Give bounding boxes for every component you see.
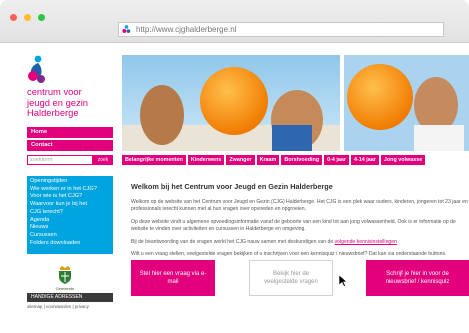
menu-item-nieuws[interactable]: Nieuws	[30, 224, 110, 232]
nav-home[interactable]: Home	[27, 127, 113, 138]
hero-photo-girl	[344, 55, 469, 151]
info-paragraph: Op deze website vindt u algemene opvoedi…	[131, 219, 456, 233]
footer-links[interactable]: sitemap | voorwaarden | privacy	[27, 304, 117, 309]
menu-item-waarvoor-cont[interactable]: CJG terecht?	[30, 209, 110, 217]
tab-zwanger[interactable]: Zwanger	[226, 155, 255, 165]
tab-kinderwens[interactable]: Kinderwens	[187, 155, 225, 165]
search-placeholder: zoekterm	[30, 157, 53, 163]
web-page: centrum voor jeugd en gezin Halderberge …	[0, 43, 469, 333]
newsletter-button[interactable]: Schrijf je hier in voor de nieuwsbrief /…	[366, 260, 469, 296]
mouse-pointer-icon	[339, 275, 348, 287]
question-paragraph: Wilt u een vraag stellen, veelgestelde v…	[131, 251, 447, 257]
search-button[interactable]: zoek	[93, 155, 113, 165]
menu-item-waarvoor[interactable]: Waarvoor kun je bij het	[30, 201, 110, 209]
tab-belangrijke-momenten[interactable]: Belangrijke momenten	[122, 155, 186, 165]
cjg-logo-icon[interactable]	[27, 55, 47, 85]
close-window-button[interactable]	[10, 14, 17, 21]
menu-item-folders[interactable]: Folders downloaden	[30, 240, 110, 248]
email-question-button[interactable]: Stel hier een vraag via e-mail	[131, 260, 215, 296]
kennisinstellingen-link[interactable]: volgende kennisinstellingen	[335, 239, 397, 245]
handige-adressen-link[interactable]: HANDIGE ADRESSEN	[27, 293, 113, 302]
menu-item-voor-wie[interactable]: Voor wie is het CJG?	[30, 193, 110, 201]
topic-tabs: Belangrijke momenten Kinderwens Zwanger Kra…	[122, 155, 469, 165]
menu-item-cursussen[interactable]: Cursussen	[30, 232, 110, 240]
municipality-crest-icon[interactable]	[57, 266, 73, 285]
site-favicon-icon	[122, 25, 131, 33]
url-text: http://www.cjghalderberge.nl	[136, 25, 237, 34]
hero-photo-children	[122, 55, 340, 151]
page-title: Welkom bij het Centrum voor Jeugd en Gez…	[131, 182, 333, 191]
brand-name[interactable]: centrum voor jeugd en gezin Halderberge	[27, 86, 117, 119]
browser-toolbar: http://www.cjghalderberge.nl	[0, 0, 469, 43]
tab-jong-volwassen[interactable]: Jong volwasse	[380, 155, 426, 165]
tab-4-14-jaar[interactable]: 4-14 jaar	[350, 155, 379, 165]
tab-borstvoeding[interactable]: Borstvoeding	[281, 155, 323, 165]
faq-button[interactable]: Bekijk hier de veelgestelde vragen	[249, 260, 333, 296]
brand-line: Halderberge	[27, 107, 79, 118]
sidebar-menu: Openingstijden Wie werken er in het CJG?…	[27, 176, 113, 254]
partners-paragraph: Bij de beantwoording van de vragen werkt…	[131, 239, 469, 246]
nav-contact[interactable]: Contact	[27, 140, 113, 151]
partners-text: Bij de beantwoording van de vragen werkt…	[131, 239, 335, 245]
menu-item-agenda[interactable]: Agenda	[30, 217, 110, 225]
address-bar[interactable]: http://www.cjghalderberge.nl	[118, 22, 444, 37]
brand-line: centrum voor	[27, 86, 82, 97]
minimize-window-button[interactable]	[24, 14, 31, 21]
zoom-window-button[interactable]	[38, 14, 45, 21]
menu-item-wie-werken[interactable]: Wie werken er in het CJG?	[30, 186, 110, 194]
tab-0-4-jaar[interactable]: 0-4 jaar	[324, 155, 349, 165]
tab-kraam[interactable]: Kraam	[256, 155, 280, 165]
intro-paragraph: Welkom op de website van het Centrum voo…	[131, 199, 468, 213]
menu-item-openingstijden[interactable]: Openingstijden	[30, 178, 110, 186]
search-input[interactable]: zoekterm	[27, 155, 93, 165]
